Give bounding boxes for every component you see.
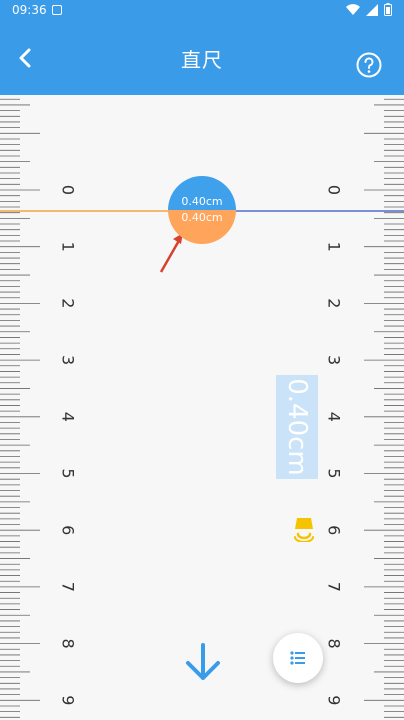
notification-icon	[52, 5, 62, 15]
lock-icon[interactable]	[293, 516, 315, 542]
ruler-number-right: 6	[325, 525, 344, 535]
app-bar: 直尺	[0, 22, 404, 95]
ruler-number-left: 5	[59, 468, 78, 478]
ruler-number-left: 6	[59, 525, 78, 535]
ruler-number-left: 1	[59, 242, 78, 252]
ruler-number-left: 2	[59, 298, 78, 308]
ruler-number-right: 3	[325, 355, 344, 365]
measurement-bubble[interactable]: 0.40cm 0.40cm	[168, 176, 236, 244]
ruler-number-left: 8	[59, 639, 78, 649]
signal-icon	[366, 3, 378, 16]
ruler-number-left: 7	[59, 582, 78, 592]
menu-fab-button[interactable]	[273, 633, 323, 683]
ruler-number-right: 1	[325, 242, 344, 252]
measurement-readout: 0.40cm	[276, 375, 318, 479]
ruler-number-left: 0	[59, 185, 78, 195]
ruler-number-left: 3	[59, 355, 78, 365]
status-time: 09:36	[12, 3, 47, 17]
page-title: 直尺	[181, 48, 223, 72]
list-icon	[290, 651, 305, 665]
bubble-bottom-value: 0.40cm	[181, 211, 223, 224]
ruler-number-right: 0	[325, 185, 344, 195]
ruler-number-right: 2	[325, 298, 344, 308]
system-icons	[346, 3, 392, 16]
ruler-number-right: 5	[325, 468, 344, 478]
ruler-canvas[interactable]: 0 0 1 1 2 2 3 3 4 4 5 5 6 6 7 7 8 8 9 9 0.40cm 0.40cm 0.40c…	[0, 95, 404, 720]
ruler-number-left: 4	[59, 412, 78, 422]
ruler-number-left: 9	[59, 695, 78, 705]
help-icon[interactable]	[356, 52, 382, 78]
ruler-number-right: 7	[325, 582, 344, 592]
measurement-value: 0.40cm	[282, 378, 312, 476]
ruler-number-right: 4	[325, 412, 344, 422]
scroll-down-arrow-icon[interactable]	[183, 642, 223, 682]
ruler-number-right: 9	[325, 695, 344, 705]
ruler-number-right: 8	[325, 639, 344, 649]
battery-icon	[384, 3, 392, 16]
wifi-icon	[346, 3, 360, 15]
bubble-top-value: 0.40cm	[181, 195, 223, 208]
status-bar: 09:36	[0, 0, 404, 22]
